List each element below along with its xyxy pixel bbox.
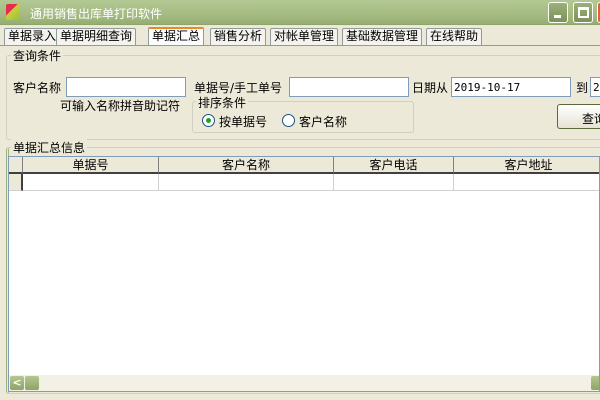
tab-bill-summary[interactable]: 单据汇总 [148, 27, 205, 45]
summary-grid[interactable]: 单据号 客户名称 客户电话 客户地址 < [8, 156, 600, 392]
tab-base-data-management[interactable]: 基础数据管理 [342, 28, 423, 45]
table-cell[interactable] [159, 174, 334, 191]
customer-name-label: 客户名称 [13, 81, 62, 95]
scrollbar-thumb[interactable] [25, 376, 39, 390]
tab-online-help[interactable]: 在线帮助 [426, 28, 483, 45]
app-icon [6, 4, 20, 20]
query-button[interactable]: 查询 [557, 104, 600, 129]
customer-hint: 可输入名称拼音助记符 [60, 99, 181, 113]
date-to-input[interactable] [590, 77, 600, 97]
table-cell[interactable] [454, 174, 599, 191]
title-bar: 通用销售出库单打印软件 [0, 0, 600, 25]
sort-by-bill-radio[interactable] [202, 114, 215, 127]
sort-by-bill-label[interactable]: 按单据号 [219, 113, 267, 130]
query-conditions-label: 查询条件 [11, 47, 64, 64]
row-indicator-header [9, 157, 23, 174]
maximize-button[interactable] [573, 2, 593, 23]
scroll-left-arrow-icon[interactable]: < [10, 376, 24, 390]
scroll-right-arrow-icon[interactable] [591, 376, 599, 390]
sort-by-customer-label[interactable]: 客户名称 [299, 113, 347, 130]
tab-sales-analysis[interactable]: 销售分析 [210, 28, 267, 45]
horizontal-scrollbar[interactable]: < [9, 375, 599, 391]
column-header-customer-phone[interactable]: 客户电话 [334, 157, 454, 174]
tab-bill-detail-query[interactable]: 单据明细查询 [56, 28, 137, 45]
summary-label: 单据汇总信息 [11, 139, 88, 156]
sort-by-customer-radio[interactable] [282, 114, 295, 127]
tab-statement-management[interactable]: 对帐单管理 [270, 28, 339, 45]
bill-number-input[interactable] [289, 77, 409, 97]
customer-name-input[interactable] [66, 77, 186, 97]
window-title: 通用销售出库单打印软件 [30, 7, 163, 21]
column-header-customer-address[interactable]: 客户地址 [454, 157, 599, 174]
column-header-customer-name[interactable]: 客户名称 [159, 157, 334, 174]
table-cell[interactable] [23, 174, 159, 191]
sort-conditions-label: 排序条件 [196, 94, 249, 111]
date-from-label: 日期从 [412, 81, 449, 95]
date-from-input[interactable] [451, 77, 571, 97]
query-button-label: 查询 [582, 112, 600, 126]
row-indicator[interactable] [9, 174, 23, 191]
column-header-bill-number[interactable]: 单据号 [23, 157, 159, 174]
tab-bill-entry[interactable]: 单据录入 [4, 28, 61, 45]
date-to-label: 到 [576, 81, 589, 95]
minimize-button[interactable] [548, 2, 568, 23]
table-cell[interactable] [334, 174, 454, 191]
